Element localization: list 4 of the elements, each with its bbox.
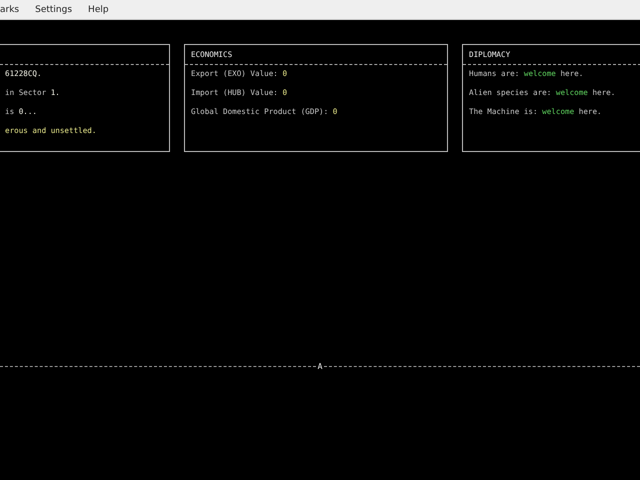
menu-item[interactable]: Settings	[35, 4, 72, 14]
divider-label: A	[316, 362, 324, 370]
menu-item[interactable]: Help	[88, 4, 109, 14]
menu-item[interactable]: arks	[0, 4, 20, 14]
